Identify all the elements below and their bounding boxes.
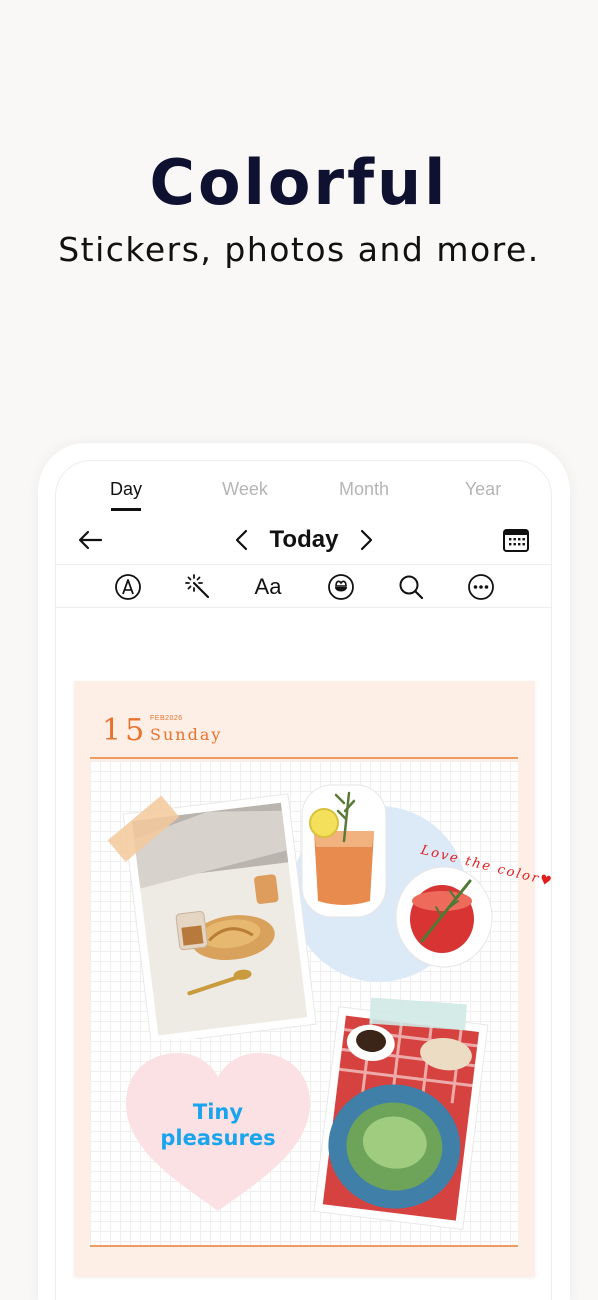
date-weekday: Sunday bbox=[150, 725, 223, 744]
page-top-divider bbox=[90, 757, 518, 759]
washi-tape-orange[interactable] bbox=[96, 787, 186, 877]
calendar-icon[interactable] bbox=[501, 525, 531, 555]
tab-day[interactable]: Day bbox=[66, 479, 186, 500]
pen-icon[interactable] bbox=[114, 573, 142, 601]
headline: Colorful bbox=[149, 146, 449, 219]
subheadline: Stickers, photos and more. bbox=[58, 230, 540, 269]
sticker-icon[interactable] bbox=[327, 573, 355, 601]
app-screen: Day Week Month Year Today Aa 15 FEB2026 … bbox=[55, 460, 552, 1300]
date-day-number: 15 bbox=[102, 713, 149, 748]
magic-wand-icon[interactable] bbox=[184, 573, 212, 601]
washi-tape-mint[interactable] bbox=[364, 991, 474, 1041]
tab-year[interactable]: Year bbox=[423, 479, 543, 500]
journal-page[interactable]: 15 FEB2026 Sunday Love the color♥ Tiny p… bbox=[74, 681, 551, 1277]
editor-toolbar: Aa bbox=[56, 564, 551, 608]
chevron-left-icon[interactable] bbox=[232, 525, 252, 555]
chevron-right-icon[interactable] bbox=[356, 525, 376, 555]
more-icon[interactable] bbox=[467, 573, 495, 601]
date-navigation: Today bbox=[56, 523, 551, 563]
heart-caption-line1: Tiny bbox=[192, 1100, 244, 1124]
text-icon[interactable]: Aa bbox=[248, 573, 288, 601]
view-tabs: Day Week Month Year bbox=[56, 479, 551, 519]
tab-active-indicator bbox=[111, 508, 141, 511]
heart-caption-line2: pleasures bbox=[160, 1126, 276, 1150]
heart-caption[interactable]: Tiny pleasures bbox=[120, 1099, 316, 1151]
date-month-year: FEB2026 bbox=[150, 715, 183, 722]
tab-week[interactable]: Week bbox=[185, 479, 305, 500]
tab-month[interactable]: Month bbox=[304, 479, 424, 500]
search-icon[interactable] bbox=[397, 573, 425, 601]
back-arrow-icon[interactable] bbox=[76, 525, 106, 555]
drink-sticker-orange[interactable] bbox=[294, 781, 394, 921]
drink-sticker-red[interactable] bbox=[392, 861, 496, 971]
page-bottom-divider bbox=[90, 1245, 518, 1247]
current-date-title[interactable]: Today bbox=[252, 523, 356, 557]
